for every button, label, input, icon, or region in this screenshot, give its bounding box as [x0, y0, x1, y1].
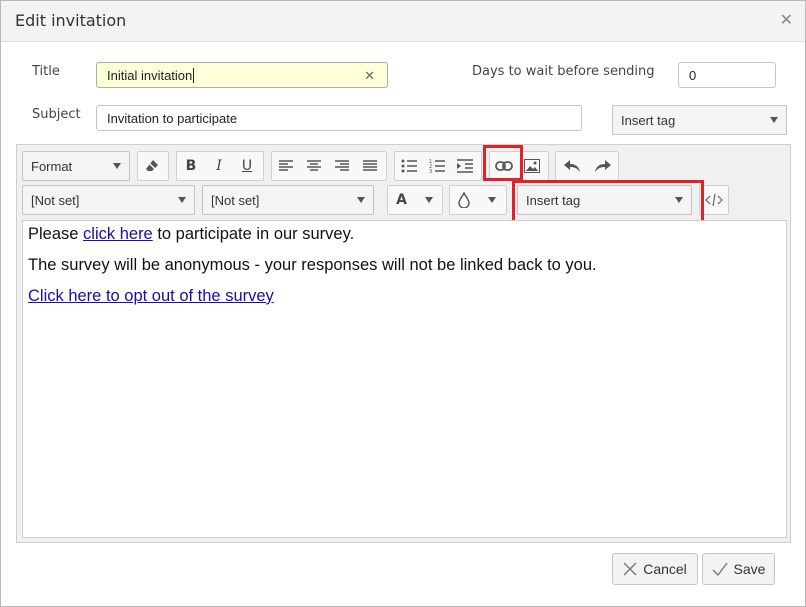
italic-icon: I	[216, 158, 222, 174]
text-caret	[193, 67, 195, 83]
participate-link[interactable]: click here	[83, 225, 153, 243]
bullet-list-button[interactable]	[395, 152, 423, 180]
numbered-list-button[interactable]: 123	[423, 152, 451, 180]
cancel-label: Cancel	[643, 561, 687, 577]
indent-icon	[457, 159, 473, 173]
title-input-value: Initial invitation	[107, 67, 193, 83]
source-code-button[interactable]	[700, 186, 728, 214]
cancel-icon	[623, 562, 637, 576]
link-button-highlight	[483, 145, 523, 181]
redo-icon	[594, 160, 611, 172]
bullet-list-icon	[401, 159, 417, 173]
clear-icon[interactable]: ✕	[364, 68, 375, 84]
title-label: Title	[32, 64, 60, 79]
close-icon[interactable]: ✕	[780, 10, 793, 29]
cancel-button[interactable]: Cancel	[612, 553, 698, 585]
chevron-down-icon	[770, 117, 778, 123]
insert-tag-highlight	[512, 180, 704, 223]
format-select[interactable]: Format	[22, 151, 130, 181]
chevron-down-icon	[357, 197, 365, 203]
align-left-button[interactable]	[272, 152, 300, 180]
font-family-value: [Not set]	[31, 192, 80, 208]
checkmark-icon	[712, 562, 728, 576]
font-color-icon: A	[396, 192, 407, 208]
redo-button[interactable]	[587, 152, 618, 180]
align-center-icon	[307, 160, 321, 171]
italic-button[interactable]: I	[205, 152, 233, 180]
list-group: 123	[394, 151, 482, 181]
edit-invitation-dialog: Edit invitation ✕ Title Initial invitati…	[0, 0, 806, 607]
chevron-down-icon	[113, 163, 121, 169]
underline-button[interactable]: U	[233, 152, 261, 180]
bold-button[interactable]: B	[177, 152, 205, 180]
undo-icon	[563, 160, 580, 172]
svg-text:3: 3	[429, 169, 432, 173]
font-color-button[interactable]: A	[388, 186, 415, 214]
image-icon	[524, 159, 540, 173]
indent-button[interactable]	[451, 152, 479, 180]
clear-format-group	[137, 151, 169, 181]
paragraph-1: Please click here to participate in our …	[28, 225, 781, 244]
align-right-icon	[335, 160, 349, 171]
align-left-icon	[279, 160, 293, 171]
subject-input-value: Invitation to participate	[107, 110, 238, 126]
code-icon	[705, 193, 723, 207]
rich-text-editor: Format B I U 123 [Not set] [Not set] A I…	[16, 144, 791, 543]
dialog-titlebar: Edit invitation ✕	[1, 1, 805, 42]
format-label: Format	[31, 158, 73, 174]
bold-icon: B	[185, 158, 197, 174]
droplet-icon	[458, 192, 470, 208]
opt-out-link[interactable]: Click here to opt out of the survey	[28, 287, 274, 305]
paragraph-3: Click here to opt out of the survey	[28, 287, 781, 306]
chevron-down-icon	[178, 197, 186, 203]
save-button[interactable]: Save	[702, 553, 775, 585]
p1-text-after: to participate in our survey.	[152, 225, 355, 243]
font-color-dropdown[interactable]	[415, 186, 442, 214]
background-color-dropdown[interactable]	[478, 186, 506, 214]
p1-text-before: Please	[28, 225, 84, 243]
align-right-button[interactable]	[328, 152, 356, 180]
font-family-select[interactable]: [Not set]	[22, 185, 195, 215]
alignment-group	[271, 151, 387, 181]
chevron-down-icon	[488, 197, 496, 203]
align-justify-button[interactable]	[356, 152, 384, 180]
clear-format-button[interactable]	[138, 152, 166, 180]
background-color-button[interactable]	[450, 186, 478, 214]
chevron-down-icon	[424, 197, 433, 203]
dialog-title: Edit invitation	[15, 11, 127, 30]
font-size-value: [Not set]	[211, 192, 260, 208]
font-size-select[interactable]: [Not set]	[202, 185, 374, 215]
subject-input[interactable]: Invitation to participate	[96, 105, 582, 131]
paragraph-2: The survey will be anonymous - your resp…	[28, 256, 597, 274]
undo-button[interactable]	[556, 152, 587, 180]
numbered-list-icon: 123	[429, 159, 445, 173]
days-input[interactable]: 0	[678, 62, 776, 88]
subject-label: Subject	[32, 107, 81, 122]
align-center-button[interactable]	[300, 152, 328, 180]
underline-icon: U	[241, 158, 253, 174]
subject-insert-tag-select[interactable]: Insert tag	[612, 105, 787, 135]
save-label: Save	[733, 561, 766, 577]
days-input-value: 0	[689, 67, 697, 83]
title-input[interactable]: Initial invitation ✕	[96, 62, 388, 88]
history-group	[555, 151, 619, 181]
font-color-group: A	[387, 185, 443, 215]
editor-content[interactable]: Please click here to participate in our …	[22, 220, 787, 538]
days-label: Days to wait before sending	[472, 64, 655, 79]
align-justify-icon	[363, 160, 377, 171]
eraser-icon	[145, 159, 159, 173]
background-color-group	[449, 185, 507, 215]
text-style-group: B I U	[176, 151, 264, 181]
subject-insert-tag-label: Insert tag	[621, 112, 676, 128]
